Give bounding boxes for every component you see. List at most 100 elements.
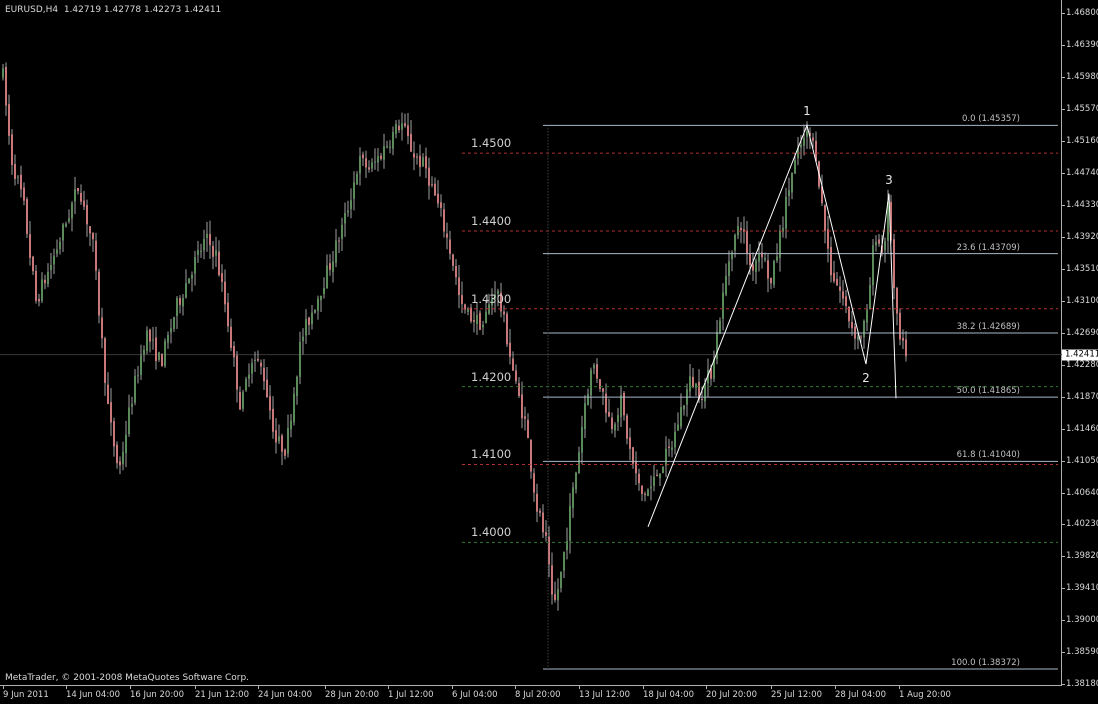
candle-body (458, 277, 460, 296)
candle-body (32, 256, 34, 272)
time-tick-label: 21 Jun 12:00 (195, 690, 249, 700)
time-tick-label: 8 Jul 20:00 (515, 690, 561, 700)
candle-body (638, 473, 640, 484)
candle-body (764, 258, 766, 260)
time-tick-mark (899, 686, 900, 689)
candle-body (365, 158, 367, 168)
candle-body (893, 239, 895, 289)
price-tick-mark (1062, 205, 1065, 207)
candle-body (224, 281, 226, 305)
price-tick-mark (1062, 620, 1065, 622)
candle-body (662, 466, 664, 473)
candle-body (248, 374, 250, 379)
price-tick-label: 1.45570 (1066, 103, 1098, 114)
price-tick-label: 1.43510 (1066, 264, 1098, 275)
candle-body (362, 154, 364, 159)
price-tick-mark (1062, 396, 1065, 398)
candle-body (668, 446, 670, 448)
copyright-text: MetaTrader, © 2001-2008 MetaQuotes Softw… (5, 673, 250, 683)
candle-body (599, 379, 601, 389)
price-tick-label: 1.45160 (1066, 135, 1098, 146)
candle-body (425, 156, 427, 169)
candle-body (278, 436, 280, 442)
candle-body (239, 391, 241, 410)
candle-body (773, 261, 775, 285)
candle-body (182, 297, 184, 307)
candle-body (104, 338, 106, 383)
candle-body (212, 245, 214, 257)
time-tick-label: 9 Jun 2011 (3, 690, 49, 700)
time-tick-mark (515, 686, 516, 689)
candle-body (335, 240, 337, 263)
candle-body (56, 249, 58, 254)
price-tick-mark (1062, 524, 1065, 526)
candle-body (158, 352, 160, 360)
candle-body (665, 448, 667, 466)
candle-body (620, 395, 622, 417)
price-tick-label: 1.41870 (1066, 391, 1098, 402)
price-tick-label: 1.42690 (1066, 327, 1098, 338)
candle-body (395, 123, 397, 135)
candle-body (353, 182, 355, 199)
price-chart-canvas[interactable] (0, 0, 1062, 686)
candle-body (617, 415, 619, 423)
candle-body (347, 210, 349, 213)
chart-area[interactable]: EURUSD,H4 1.42719 1.42778 1.42273 1.4241… (0, 0, 1062, 686)
candle-body (299, 341, 301, 377)
candle-body (122, 451, 124, 465)
round-level-label: 1.4100 (471, 447, 512, 462)
candle-body (179, 298, 181, 305)
candle-body (803, 137, 805, 146)
candle-body (470, 307, 472, 322)
candle-body (383, 146, 385, 160)
candle-body (272, 408, 274, 432)
candle-body (380, 155, 382, 159)
time-tick-label: 24 Jun 04:00 (258, 690, 312, 700)
price-tick-mark (1062, 13, 1065, 14)
time-axis[interactable]: 9 Jun 2011 14 Jun 04:00 16 Jun 20:00 21 Jun… (0, 686, 1062, 704)
candle-body (197, 250, 199, 255)
candle-body (605, 393, 607, 413)
price-tick-mark (1062, 301, 1065, 303)
candle-body (290, 420, 292, 430)
price-tick-mark (1062, 428, 1065, 430)
current-price-marker: 1.42411 (1062, 349, 1098, 361)
candle-body (260, 362, 262, 367)
candle-body (422, 157, 424, 167)
candle-body (752, 264, 754, 271)
candle-body (101, 317, 103, 339)
candle-body (146, 330, 148, 351)
candle-body (377, 156, 379, 163)
candle-body (800, 144, 802, 148)
candle-body (653, 476, 655, 486)
price-tick-label: 1.41460 (1066, 423, 1098, 434)
candle-body (695, 383, 697, 388)
candle-body (53, 255, 55, 265)
price-tick-label: 1.41050 (1066, 455, 1098, 466)
candle-body (263, 367, 265, 382)
price-tick-label: 1.46800 (1066, 8, 1098, 18)
price-axis[interactable]: 1.46800 1.46390 1.45980 1.45570 1.45160 1.447… (1062, 0, 1098, 689)
time-tick-mark (130, 686, 131, 689)
time-tick-label: 13 Jul 12:00 (579, 690, 630, 700)
candle-body (131, 403, 133, 407)
candle-body (404, 123, 406, 127)
price-tick-label: 1.46390 (1066, 39, 1098, 50)
candle-body (518, 383, 520, 397)
candle-body (539, 510, 541, 513)
price-tick-label: 1.39000 (1066, 615, 1098, 626)
time-tick-mark (835, 686, 836, 689)
candle-body (164, 341, 166, 366)
candle-body (338, 240, 340, 242)
candle-body (755, 260, 757, 273)
candle-body (371, 162, 373, 169)
price-tick-label: 1.39820 (1066, 551, 1098, 562)
candle-body (95, 240, 97, 271)
candle-body (581, 426, 583, 453)
candle-body (29, 234, 31, 258)
candle-body (356, 173, 358, 185)
candle-body (215, 250, 217, 256)
candle-body (89, 226, 91, 234)
candle-body (689, 376, 691, 392)
candle-body (92, 232, 94, 240)
